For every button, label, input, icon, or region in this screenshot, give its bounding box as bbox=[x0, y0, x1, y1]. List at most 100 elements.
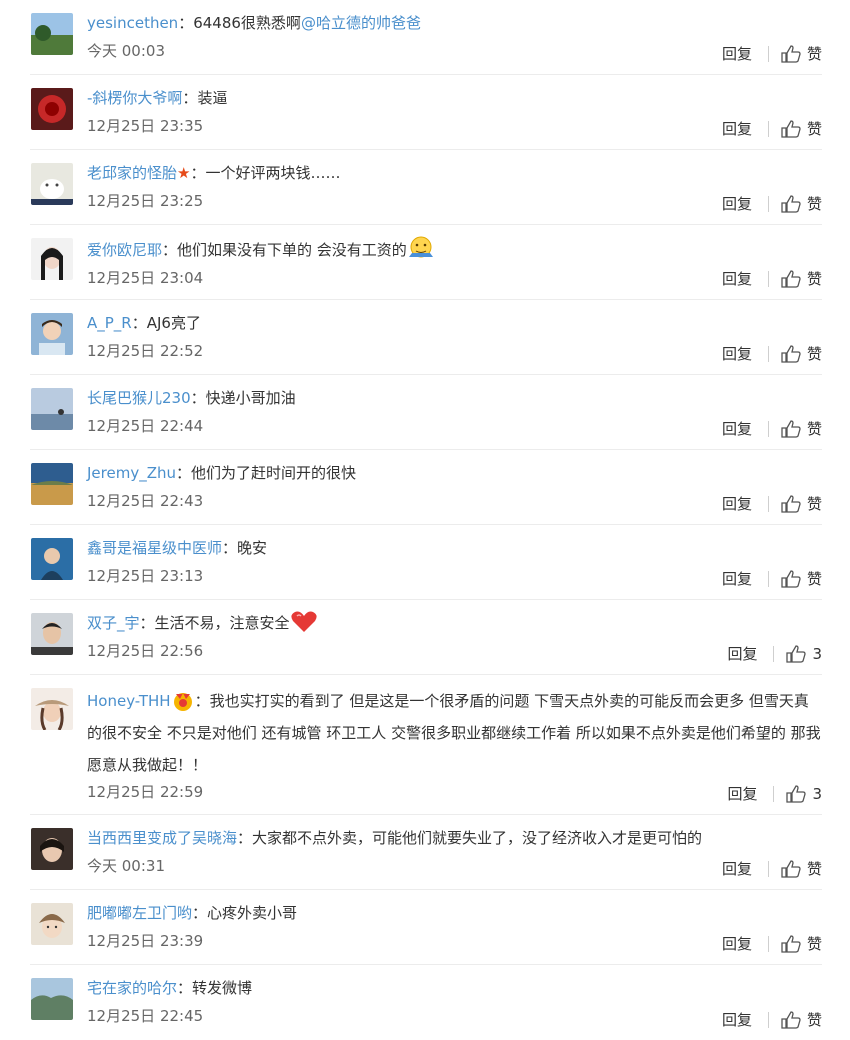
reply-button[interactable]: 回复 bbox=[722, 1009, 768, 1030]
timestamp: 12月25日 23:35 bbox=[87, 117, 204, 135]
reply-button[interactable]: 回复 bbox=[722, 493, 768, 514]
like-button[interactable]: 赞 bbox=[781, 858, 822, 879]
like-button[interactable]: 赞 bbox=[781, 43, 822, 64]
username-link[interactable]: 老邱家的怪胎 bbox=[87, 164, 177, 182]
avatar[interactable] bbox=[31, 238, 73, 280]
divider bbox=[767, 345, 769, 362]
timestamp: 12月25日 23:25 bbox=[87, 192, 204, 210]
like-button[interactable]: 赞 bbox=[781, 193, 822, 214]
divider bbox=[767, 195, 769, 212]
comment-actions: 回复 赞 bbox=[722, 568, 822, 589]
comment-actions: 回复 赞 bbox=[722, 118, 822, 139]
username-link[interactable]: 长尾巴猴儿230 bbox=[87, 389, 191, 407]
username-link[interactable]: 鑫哥是福星级中医师 bbox=[87, 539, 222, 557]
like-button[interactable]: 赞 bbox=[781, 1009, 822, 1030]
comment-text-line: 肥嘟嘟左卫门哟：心疼外卖小哥 bbox=[87, 900, 822, 926]
comment-item: 当西西里变成了吴晓海：大家都不点外卖，可能他们就要失业了，没了经济收入才是更可怕… bbox=[30, 815, 822, 890]
comment-item: -斜楞你大爷啊：装逼 12月25日 23:35 回复 赞 bbox=[30, 75, 822, 150]
comment-actions: 回复 3 bbox=[727, 643, 822, 664]
divider bbox=[767, 420, 769, 437]
thumbs-up-icon bbox=[781, 934, 801, 953]
like-button[interactable]: 赞 bbox=[781, 343, 822, 364]
comment-text: 他们为了赶时间开的很快 bbox=[191, 464, 357, 482]
separator: ： bbox=[131, 314, 147, 332]
comment-text: 一个好评两块钱…… bbox=[205, 164, 341, 182]
avatar[interactable] bbox=[31, 13, 73, 55]
timestamp: 12月25日 22:59 bbox=[87, 783, 204, 801]
comment-actions: 回复 赞 bbox=[722, 43, 822, 64]
reply-button[interactable]: 回复 bbox=[722, 858, 768, 879]
divider bbox=[773, 785, 775, 802]
like-count: 3 bbox=[812, 644, 822, 663]
separator: ： bbox=[162, 241, 178, 259]
comment-actions: 回复 赞 bbox=[722, 493, 822, 514]
like-button[interactable]: 赞 bbox=[781, 268, 822, 289]
comment-text: 装逼 bbox=[197, 89, 228, 107]
comment-text-line: A_P_R：AJ6亮了 bbox=[87, 310, 822, 336]
avatar[interactable] bbox=[31, 163, 73, 205]
comment-item: Honey-THH ：我也实打实的看到了 但是这是一个很矛盾的问题 下雪天点外卖的… bbox=[30, 675, 822, 815]
like-button[interactable]: 赞 bbox=[781, 933, 822, 954]
username-link[interactable]: 肥嘟嘟左卫门哟 bbox=[87, 904, 192, 922]
reply-button[interactable]: 回复 bbox=[722, 43, 768, 64]
comment-item: 肥嘟嘟左卫门哟：心疼外卖小哥 12月25日 23:39 回复 赞 bbox=[30, 890, 822, 965]
avatar[interactable] bbox=[31, 88, 73, 130]
username-link[interactable]: Honey-THH bbox=[87, 692, 171, 710]
reply-button[interactable]: 回复 bbox=[722, 268, 768, 289]
divider bbox=[767, 570, 769, 587]
reply-button[interactable]: 回复 bbox=[722, 343, 768, 364]
username-link[interactable]: yesincethen bbox=[87, 14, 178, 32]
reply-button[interactable]: 回复 bbox=[722, 418, 768, 439]
avatar[interactable] bbox=[31, 313, 73, 355]
thumbs-up-icon bbox=[781, 494, 801, 513]
avatar[interactable] bbox=[31, 903, 73, 945]
comment-actions: 回复 赞 bbox=[722, 418, 822, 439]
separator: ： bbox=[190, 389, 206, 407]
divider bbox=[767, 935, 769, 952]
username-link[interactable]: A_P_R bbox=[87, 314, 132, 332]
username-link[interactable]: Jeremy_Zhu bbox=[87, 464, 176, 482]
comment-item: A_P_R：AJ6亮了 12月25日 22:52 回复 赞 bbox=[30, 300, 822, 375]
username-link[interactable]: 双子_宇 bbox=[87, 614, 140, 632]
username-link[interactable]: -斜楞你大爷啊 bbox=[87, 89, 182, 107]
separator: ： bbox=[176, 464, 192, 482]
like-button[interactable]: 赞 bbox=[781, 568, 822, 589]
avatar[interactable] bbox=[31, 463, 73, 505]
reply-button[interactable]: 回复 bbox=[722, 118, 768, 139]
like-label: 赞 bbox=[806, 270, 822, 288]
like-button[interactable]: 3 bbox=[786, 785, 822, 803]
comment-actions: 回复 赞 bbox=[722, 193, 822, 214]
thumbs-up-icon bbox=[781, 44, 801, 63]
like-button[interactable]: 赞 bbox=[781, 118, 822, 139]
divider bbox=[767, 45, 769, 62]
comment-text: 心疼外卖小哥 bbox=[207, 904, 298, 922]
username-link[interactable]: 宅在家的哈尔 bbox=[87, 979, 177, 997]
divider bbox=[767, 270, 769, 287]
like-button[interactable]: 3 bbox=[786, 645, 822, 663]
avatar[interactable] bbox=[31, 688, 73, 730]
comment-text: 生活不易，注意安全 bbox=[154, 614, 290, 632]
avatar[interactable] bbox=[31, 828, 73, 870]
like-button[interactable]: 赞 bbox=[781, 493, 822, 514]
username-link[interactable]: 爱你欧尼耶 bbox=[87, 241, 162, 259]
mention-link[interactable]: @哈立德的帅爸爸 bbox=[301, 14, 421, 32]
divider bbox=[767, 120, 769, 137]
timestamp: 今天 00:03 bbox=[87, 42, 165, 60]
separator: ： bbox=[192, 904, 208, 922]
avatar[interactable] bbox=[31, 388, 73, 430]
reply-button[interactable]: 回复 bbox=[722, 568, 768, 589]
timestamp: 12月25日 22:52 bbox=[87, 342, 204, 360]
like-label: 赞 bbox=[806, 420, 822, 438]
comment-item: 双子_宇：生活不易，注意安全 12月25日 22:56 回复 3 bbox=[30, 600, 822, 675]
reply-button[interactable]: 回复 bbox=[727, 783, 773, 804]
avatar[interactable] bbox=[31, 613, 73, 655]
like-button[interactable]: 赞 bbox=[781, 418, 822, 439]
avatar[interactable] bbox=[31, 978, 73, 1020]
reply-button[interactable]: 回复 bbox=[722, 933, 768, 954]
reply-button[interactable]: 回复 bbox=[727, 643, 773, 664]
username-link[interactable]: 当西西里变成了吴晓海 bbox=[87, 829, 237, 847]
comment-text: 他们如果没有下单的 会没有工资的 bbox=[177, 241, 407, 259]
comment-text-line: -斜楞你大爷啊：装逼 bbox=[87, 85, 822, 111]
reply-button[interactable]: 回复 bbox=[722, 193, 768, 214]
avatar[interactable] bbox=[31, 538, 73, 580]
